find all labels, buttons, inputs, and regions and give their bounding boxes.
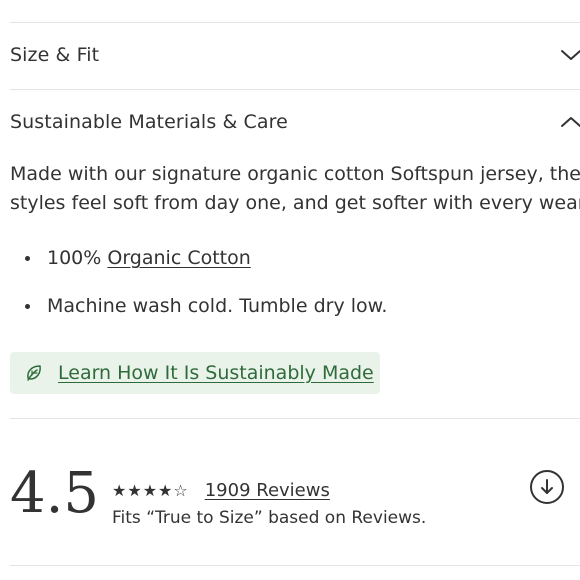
list-item: Machine wash cold. Tumble dry low. xyxy=(25,288,387,336)
jump-to-reviews-button[interactable] xyxy=(530,470,564,504)
accordion-title-size-fit: Size & Fit xyxy=(10,44,100,66)
list-item: 100% Organic Cotton xyxy=(25,240,387,288)
care-list: 100% Organic Cotton Machine wash cold. T… xyxy=(25,240,387,336)
fit-summary: Fits “True to Size” based on Reviews. xyxy=(112,508,427,528)
average-rating: 4.5 xyxy=(10,461,100,526)
care-instructions: Machine wash cold. Tumble dry low. xyxy=(47,295,388,317)
materials-description: Made with our signature organic cotton S… xyxy=(10,160,580,218)
description-line: Made with our signature organic cotton S… xyxy=(10,163,580,185)
star-rating: ★★★★☆ xyxy=(112,481,189,500)
description-line: styles feel soft from day one, and get s… xyxy=(10,192,580,214)
organic-cotton-link[interactable]: Organic Cotton xyxy=(107,247,250,269)
arrow-down-icon xyxy=(541,479,553,494)
accordion-materials-care[interactable]: Sustainable Materials & Care xyxy=(10,89,580,155)
sustainably-made-label: Learn How It Is Sustainably Made xyxy=(58,362,374,384)
chevron-up-icon[interactable] xyxy=(560,115,580,129)
accordion-title-materials-care: Sustainable Materials & Care xyxy=(10,111,288,133)
rating-summary: ★★★★☆ 1909 Reviews xyxy=(112,480,330,501)
divider xyxy=(10,418,580,419)
sustainably-made-button[interactable]: Learn How It Is Sustainably Made xyxy=(10,352,380,394)
leaf-icon xyxy=(27,365,41,381)
product-details-panel: Size & Fit Sustainable Materials & Care … xyxy=(0,0,580,580)
chevron-down-icon[interactable] xyxy=(560,48,580,62)
material-percent: 100% xyxy=(47,247,102,269)
accordion-size-fit[interactable]: Size & Fit xyxy=(10,22,580,88)
divider xyxy=(10,565,580,566)
reviews-count-link[interactable]: 1909 Reviews xyxy=(205,480,330,501)
